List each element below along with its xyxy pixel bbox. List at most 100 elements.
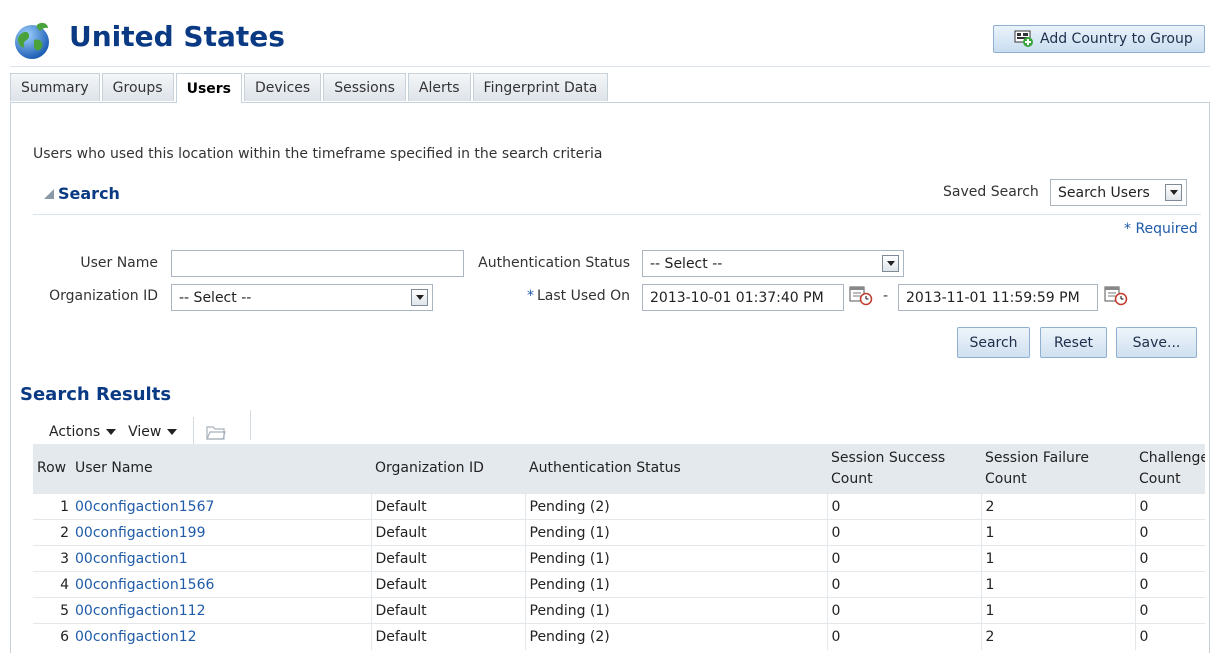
challenge-count-cell: 0 [1135, 623, 1205, 650]
session-failure-cell: 1 [981, 545, 1136, 572]
last-used-on-label: * Last Used On [500, 288, 630, 304]
session-success-cell: 0 [827, 493, 982, 520]
last-used-from-input[interactable]: 2013-10-01 01:37:40 PM [642, 284, 844, 311]
authentication-status-cell: Pending (1) [525, 519, 828, 546]
view-menu-label: View [128, 424, 162, 440]
table-row[interactable]: 1 00configaction1567 Default Pending (2)… [33, 493, 1205, 520]
add-country-to-group-label: Add Country to Group [1040, 31, 1193, 47]
saved-search-select[interactable]: Search Users [1050, 179, 1187, 206]
column-header-session-success-count[interactable]: Session Success Count [827, 444, 981, 494]
row-number: 4 [33, 571, 71, 598]
toolbar-divider [250, 410, 251, 440]
authentication-status-cell: Pending (1) [525, 597, 828, 624]
dropdown-arrow-icon [1165, 184, 1182, 201]
table-row[interactable]: 3 00configaction1 Default Pending (1) 0 … [33, 545, 1205, 572]
header-divider [10, 66, 1210, 67]
tab-bar: Summary Groups Users Devices Sessions Al… [10, 73, 610, 103]
session-success-cell: 0 [827, 545, 982, 572]
toolbar-divider [193, 417, 195, 447]
challenge-count-cell: 0 [1135, 493, 1205, 520]
session-success-cell: 0 [827, 597, 982, 624]
view-menu[interactable]: View [128, 424, 178, 440]
tab-sessions[interactable]: Sessions [323, 73, 406, 101]
challenge-count-cell: 0 [1135, 571, 1205, 598]
user-name-link[interactable]: 00configaction1 [75, 551, 188, 567]
row-number: 6 [33, 623, 71, 650]
page-description: Users who used this location within the … [33, 146, 603, 162]
organization-id-cell: Default [371, 597, 526, 624]
search-section-title: Search [58, 184, 120, 203]
calendar-clock-icon[interactable] [1104, 284, 1128, 306]
required-note: * Required [1124, 221, 1198, 237]
date-range-separator: - [883, 288, 889, 304]
organization-id-cell: Default [371, 571, 526, 598]
column-header-organization-id[interactable]: Organization ID [371, 444, 525, 494]
tab-users[interactable]: Users [175, 73, 243, 103]
search-button[interactable]: Search [957, 327, 1030, 358]
table-row[interactable]: 6 00configaction12 Default Pending (2) 0… [33, 623, 1205, 650]
organization-id-cell: Default [371, 623, 526, 650]
chevron-down-icon [106, 429, 117, 435]
user-name-link[interactable]: 00configaction1567 [75, 499, 214, 515]
user-name-link[interactable]: 00configaction199 [75, 525, 205, 541]
table-row[interactable]: 4 00configaction1566 Default Pending (1)… [33, 571, 1205, 598]
row-number: 3 [33, 545, 71, 572]
session-success-cell: 0 [827, 519, 982, 546]
actions-menu[interactable]: Actions [49, 424, 117, 440]
results-toolbar: Actions View [49, 417, 227, 447]
save-search-button[interactable]: Save... [1116, 327, 1197, 358]
last-used-to-input[interactable]: 2013-11-01 11:59:59 PM [898, 284, 1098, 311]
authentication-status-cell: Pending (1) [525, 545, 828, 572]
add-country-to-group-button[interactable]: Add Country to Group [993, 25, 1205, 53]
authentication-status-cell: Pending (1) [525, 571, 828, 598]
column-header-user-name[interactable]: User Name [71, 444, 371, 494]
search-section-toggle[interactable]: Search [44, 184, 120, 203]
required-star: * [527, 288, 534, 304]
column-header-challenge-count[interactable]: Challenge Count [1135, 444, 1205, 494]
authentication-status-cell: Pending (2) [525, 623, 828, 650]
organization-id-cell: Default [371, 545, 526, 572]
authentication-status-select[interactable]: -- Select -- [642, 250, 904, 277]
tab-alerts[interactable]: Alerts [407, 73, 471, 101]
session-failure-cell: 2 [981, 623, 1136, 650]
table-row[interactable]: 5 00configaction112 Default Pending (1) … [33, 597, 1205, 624]
organization-id-value: -- Select -- [179, 289, 252, 306]
tab-fingerprint-data[interactable]: Fingerprint Data [472, 73, 609, 101]
user-name-link[interactable]: 00configaction112 [75, 603, 205, 619]
results-table: Row User Name Organization ID Authentica… [33, 444, 1205, 653]
organization-id-label: Organization ID [49, 288, 158, 304]
calendar-clock-icon[interactable] [849, 284, 873, 306]
dropdown-arrow-icon [411, 289, 428, 306]
user-name-label: User Name [80, 255, 158, 271]
folder-icon[interactable] [206, 424, 227, 440]
session-success-cell: 0 [827, 623, 982, 650]
tab-summary[interactable]: Summary [10, 73, 100, 101]
session-failure-cell: 1 [981, 571, 1136, 598]
user-name-link[interactable]: 00configaction12 [75, 629, 197, 645]
session-failure-cell: 2 [981, 493, 1136, 520]
column-header-authentication-status[interactable]: Authentication Status [525, 444, 827, 494]
chevron-down-icon [167, 429, 178, 435]
table-row[interactable]: 2 00configaction199 Default Pending (1) … [33, 519, 1205, 546]
reset-button[interactable]: Reset [1040, 327, 1107, 358]
organization-id-cell: Default [371, 519, 526, 546]
search-results-title: Search Results [20, 384, 172, 405]
add-to-group-icon [1014, 30, 1033, 47]
actions-menu-label: Actions [49, 424, 101, 440]
challenge-count-cell: 0 [1135, 597, 1205, 624]
user-name-link[interactable]: 00configaction1566 [75, 577, 214, 593]
tab-devices[interactable]: Devices [244, 73, 322, 101]
dropdown-arrow-icon [882, 255, 899, 272]
authentication-status-cell: Pending (2) [525, 493, 828, 520]
session-failure-cell: 1 [981, 519, 1136, 546]
last-used-on-text: Last Used On [537, 288, 630, 304]
user-name-input[interactable] [171, 250, 464, 277]
row-number: 2 [33, 519, 71, 546]
globe-icon [15, 22, 49, 59]
tab-groups[interactable]: Groups [101, 73, 174, 101]
column-header-session-failure-count[interactable]: Session Failure Count [981, 444, 1135, 494]
session-success-cell: 0 [827, 571, 982, 598]
column-header-row[interactable]: Row [33, 444, 71, 494]
organization-id-select[interactable]: -- Select -- [171, 284, 433, 311]
challenge-count-cell: 0 [1135, 519, 1205, 546]
